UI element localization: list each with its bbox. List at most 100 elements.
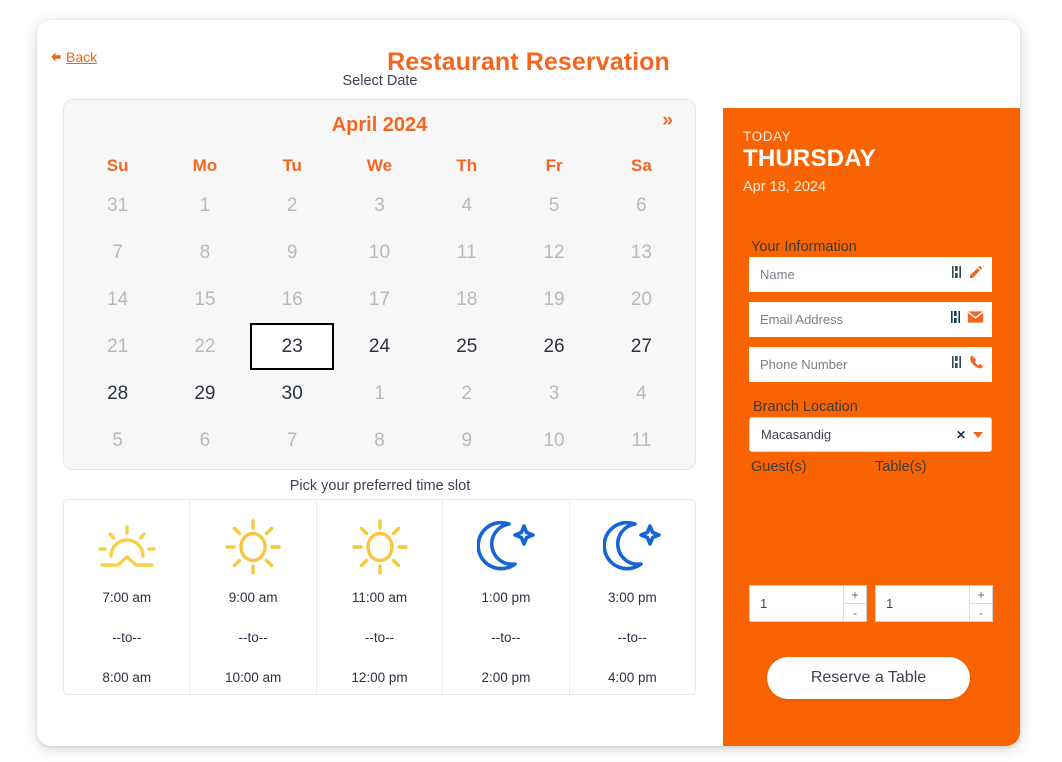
calendar-day-number: 1 [374,382,385,404]
calendar-day: 5 [74,417,161,464]
time-slot-start: 3:00 pm [607,590,657,605]
reservation-details-panel: TODAY THURSDAY Apr 18, 2024 Your Informa… [723,108,1020,746]
sunrise-icon [96,518,158,576]
envelope-icon[interactable] [967,310,984,329]
calendar-day-number: 11 [456,241,477,263]
calendar-day: 8 [161,229,248,276]
weekday-label: THURSDAY [743,145,876,172]
calendar-weekday: Mo [192,156,218,175]
calendar-day-number: 6 [199,429,211,451]
guests-increment-button[interactable]: + [844,586,866,604]
calendar-day-selected[interactable]: 23 [249,323,336,370]
calendar-day: 31 [74,182,161,229]
calendar-day-number: 30 [281,382,303,404]
reserve-a-table-button[interactable]: Reserve a Table [767,657,970,699]
chevron-down-icon[interactable] [973,431,983,438]
bars-divider-icon [951,310,962,329]
calendar-weekday-row: Su Mo Tu We Th Fr Sa [64,150,695,182]
left-column: Select Date April 2024 » Su Mo Tu We Th Fr Sa … [37,20,723,746]
name-placeholder: Name [760,267,795,282]
calendar-day-number: 6 [636,194,647,216]
calendar-day: 6 [161,417,248,464]
tables-stepper[interactable]: 1 + - [875,585,993,622]
tables-decrement-button[interactable]: - [970,604,992,621]
close-x-icon[interactable]: ✕ [956,428,966,442]
calendar-day: 13 [598,229,685,276]
your-information-label: Your Information [751,239,857,255]
time-slot[interactable]: 9:00 am --to-- 10:00 am [190,500,317,694]
tables-label: Table(s) [875,459,927,475]
time-slot-end: 2:00 pm [481,670,531,685]
time-slot-separator: --to-- [364,630,395,645]
calendar-day[interactable]: 30 [249,370,336,417]
calendar-day[interactable]: 24 [336,323,423,370]
phone-icon[interactable] [968,354,984,375]
calendar-day: 10 [336,229,423,276]
calendar-day[interactable]: 27 [598,323,685,370]
time-slot-separator: --to-- [112,630,142,645]
calendar-day: 10 [510,417,597,464]
time-slot[interactable]: 1:00 pm --to-- 2:00 pm [443,500,570,694]
calendar-weekday: Th [456,156,478,175]
guests-value[interactable]: 1 [750,586,843,621]
time-slot-separator: --to-- [238,630,268,645]
calendar-day: 15 [161,276,248,323]
calendar-day: 2 [423,370,510,417]
calendar-day-number: 14 [107,288,129,310]
bars-divider-icon [952,355,963,374]
calendar-day-number: 11 [631,429,652,451]
email-placeholder: Email Address [760,312,844,327]
calendar-days-grid[interactable]: 31 1 2 3 4 5 6 7 8 9 10 11 12 13 14 15 16 17 18 19 20 21 22 23 2… [64,182,695,464]
calendar-day: 4 [598,370,685,417]
next-month-button[interactable]: » [662,111,673,131]
time-slot-separator: --to-- [491,630,521,645]
calendar-day: 1 [161,182,248,229]
calendar-day-number: 24 [368,335,391,357]
time-slot-end: 12:00 pm [351,670,408,685]
time-slot-end: 4:00 pm [607,670,657,685]
today-label: TODAY [743,129,792,144]
calendar-day-number: 17 [368,288,391,310]
name-field[interactable]: Name [749,257,992,292]
calendar-weekday: Su [106,156,129,175]
calendar-day: 11 [423,229,510,276]
calendar-day: 1 [336,370,423,417]
time-slot-end: 10:00 am [224,670,282,685]
branch-location-label: Branch Location [753,399,858,415]
calendar-day[interactable]: 26 [510,323,597,370]
time-slot-start: 7:00 am [102,590,152,605]
date-label: Apr 18, 2024 [743,179,827,195]
calendar-day-number: 5 [112,429,123,451]
time-slot[interactable]: 3:00 pm --to-- 4:00 pm [570,500,695,694]
calendar-header: April 2024 » [64,100,695,150]
calendar-weekday: Sa [630,156,652,175]
calendar-day: 9 [423,417,510,464]
sun-icon [351,518,409,576]
branch-location-select[interactable]: Macasandig ✕ [749,417,992,452]
guests-stepper[interactable]: 1 + - [749,585,867,622]
calendar-day: 9 [249,229,336,276]
calendar-day-number: 4 [461,194,473,216]
time-slot[interactable]: 7:00 am --to-- 8:00 am [64,500,191,694]
calendar-day-number: 29 [194,382,216,404]
calendar-day[interactable]: 25 [423,323,510,370]
calendar-day: 14 [74,276,161,323]
calendar-day-number: 18 [456,288,478,310]
calendar-day[interactable]: 28 [74,370,161,417]
calendar-day: 18 [423,276,510,323]
pencil-icon[interactable] [968,264,984,285]
calendar-day-number: 10 [543,429,565,451]
tables-increment-button[interactable]: + [970,586,992,604]
phone-field[interactable]: Phone Number [749,347,992,382]
guests-decrement-button[interactable]: - [844,604,866,621]
calendar-day-number: 12 [543,241,565,263]
email-field[interactable]: Email Address [749,302,992,337]
time-slot[interactable]: 11:00 am --to-- 12:00 pm [317,500,444,694]
calendar-day: 7 [74,229,161,276]
calendar-day: 12 [510,229,597,276]
calendar-day-number: 5 [548,194,560,216]
calendar-day-number: 23 [250,323,335,370]
calendar-day[interactable]: 29 [161,370,248,417]
calendar-day-number: 31 [107,194,129,216]
tables-value[interactable]: 1 [876,586,969,621]
